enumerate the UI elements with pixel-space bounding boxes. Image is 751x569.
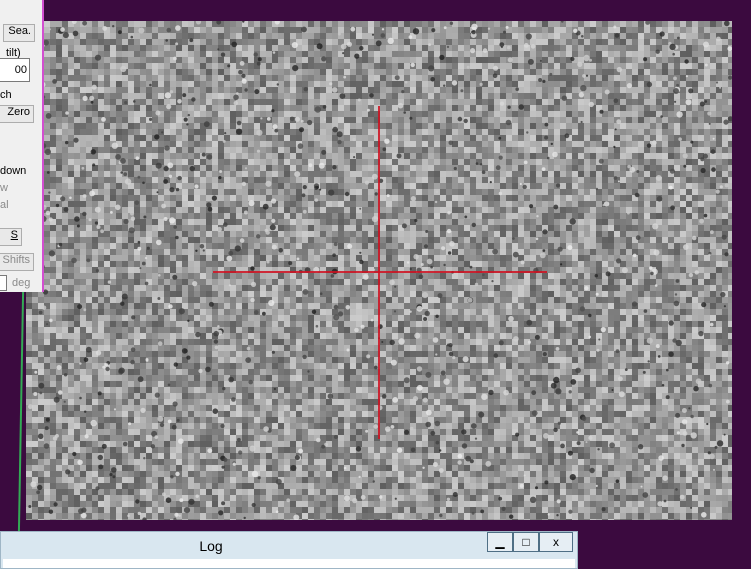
log-title: Log	[199, 538, 223, 554]
value-field[interactable]: 00	[0, 58, 30, 82]
deg-label: deg	[12, 277, 31, 289]
control-panel: Sea. tilt) 00 ch Zero down w al S Shifts…	[0, 0, 44, 292]
w-label: w	[0, 182, 8, 194]
down-label: down	[0, 165, 27, 177]
deg-field[interactable]	[0, 275, 7, 291]
log-window: Log ▁ □ x	[0, 531, 578, 569]
search-button[interactable]: Sea.	[3, 24, 35, 42]
zero-button[interactable]: Zero	[0, 105, 34, 123]
log-text-area[interactable]	[3, 559, 575, 568]
maximize-icon[interactable]: □	[513, 532, 539, 552]
al-label: al	[0, 199, 9, 211]
shifts-button[interactable]: Shifts	[0, 253, 34, 271]
close-icon[interactable]: x	[539, 532, 573, 552]
minimize-icon[interactable]: ▁	[487, 532, 513, 552]
micrograph-noise	[26, 21, 732, 520]
s-button[interactable]: S	[0, 228, 22, 246]
ch-label: ch	[0, 89, 12, 101]
green-marker-line	[17, 292, 25, 532]
micrograph-image[interactable]	[26, 21, 732, 520]
